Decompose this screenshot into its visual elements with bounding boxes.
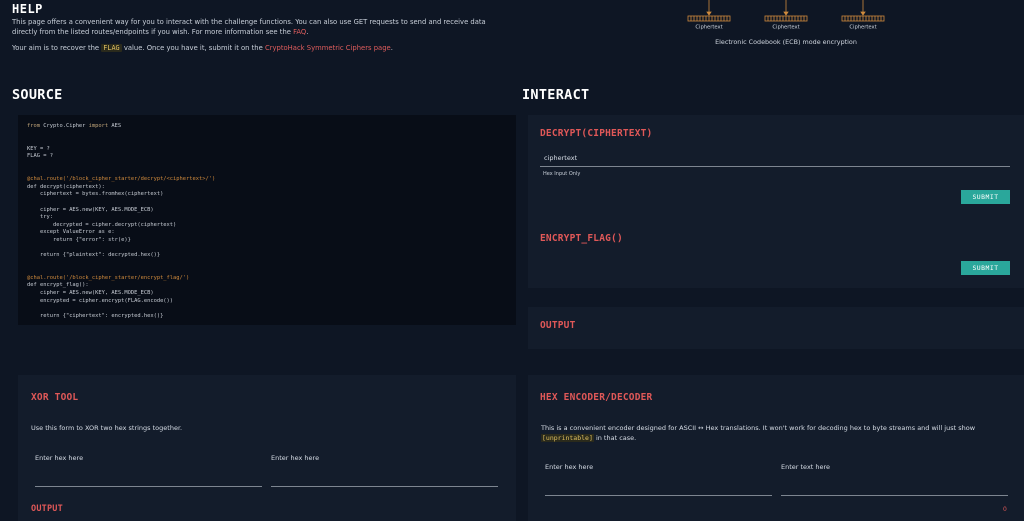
decrypt-panel [528, 115, 1024, 288]
decrypt-submit-button[interactable]: SUBMIT [961, 190, 1010, 204]
hex-input-label: Enter hex here [545, 463, 594, 471]
symmetric-ciphers-link[interactable]: CryptoHack Symmetric Ciphers page [265, 44, 391, 52]
ciphertext-input-label: ciphertext [544, 154, 578, 162]
faq-link[interactable]: FAQ [293, 28, 306, 36]
hex-input-hint: Hex Input Only [543, 171, 581, 177]
ciphertext-input[interactable] [540, 166, 1010, 167]
output-title: OUTPUT [540, 320, 576, 331]
ciphertext-label-1: Ciphertext [695, 25, 722, 31]
ciphertext-label-3: Ciphertext [849, 25, 876, 31]
xor-hex-input-1[interactable] [35, 486, 262, 487]
encrypt-flag-submit-button[interactable]: SUBMIT [961, 261, 1010, 275]
unprintable-code: [unprintable] [541, 434, 594, 442]
xor-hex-input-1-label: Enter hex here [35, 454, 84, 462]
ciphertext-label-2: Ciphertext [772, 25, 799, 31]
help-title: HELP [12, 2, 43, 16]
ecb-caption: Electronic Codebook (ECB) mode encryptio… [715, 38, 857, 46]
xor-tool-description: Use this form to XOR two hex strings tog… [31, 424, 183, 432]
text-input-label: Enter text here [781, 463, 831, 471]
hex-input[interactable] [545, 495, 772, 496]
text-input[interactable] [781, 495, 1008, 496]
help-paragraph-2: Your aim is to recover the FLAG value. O… [12, 44, 393, 52]
output-panel [528, 307, 1024, 349]
xor-output-title: OUTPUT [31, 504, 63, 514]
flag-code: FLAG [101, 44, 122, 52]
decrypt-title: DECRYPT(CIPHERTEXT) [540, 128, 653, 139]
xor-hex-input-2[interactable] [271, 486, 498, 487]
hex-tool-description: This is a convenient encoder designed fo… [541, 424, 976, 442]
xor-tool-title: XOR TOOL [31, 392, 79, 403]
interact-title: INTERACT [522, 87, 590, 103]
source-code-block[interactable]: from Crypto.Cipher import AES KEY = ? FL… [18, 115, 516, 325]
char-counter: 0 [1003, 506, 1007, 513]
hex-tool-title: HEX ENCODER/DECODER [540, 392, 653, 403]
source-title: SOURCE [12, 87, 63, 103]
help-paragraph-1: This page offers a convenient way for yo… [12, 18, 486, 36]
encrypt-flag-title: ENCRYPT_FLAG() [540, 233, 623, 244]
xor-tool-panel [18, 375, 516, 521]
xor-hex-input-2-label: Enter hex here [271, 454, 320, 462]
